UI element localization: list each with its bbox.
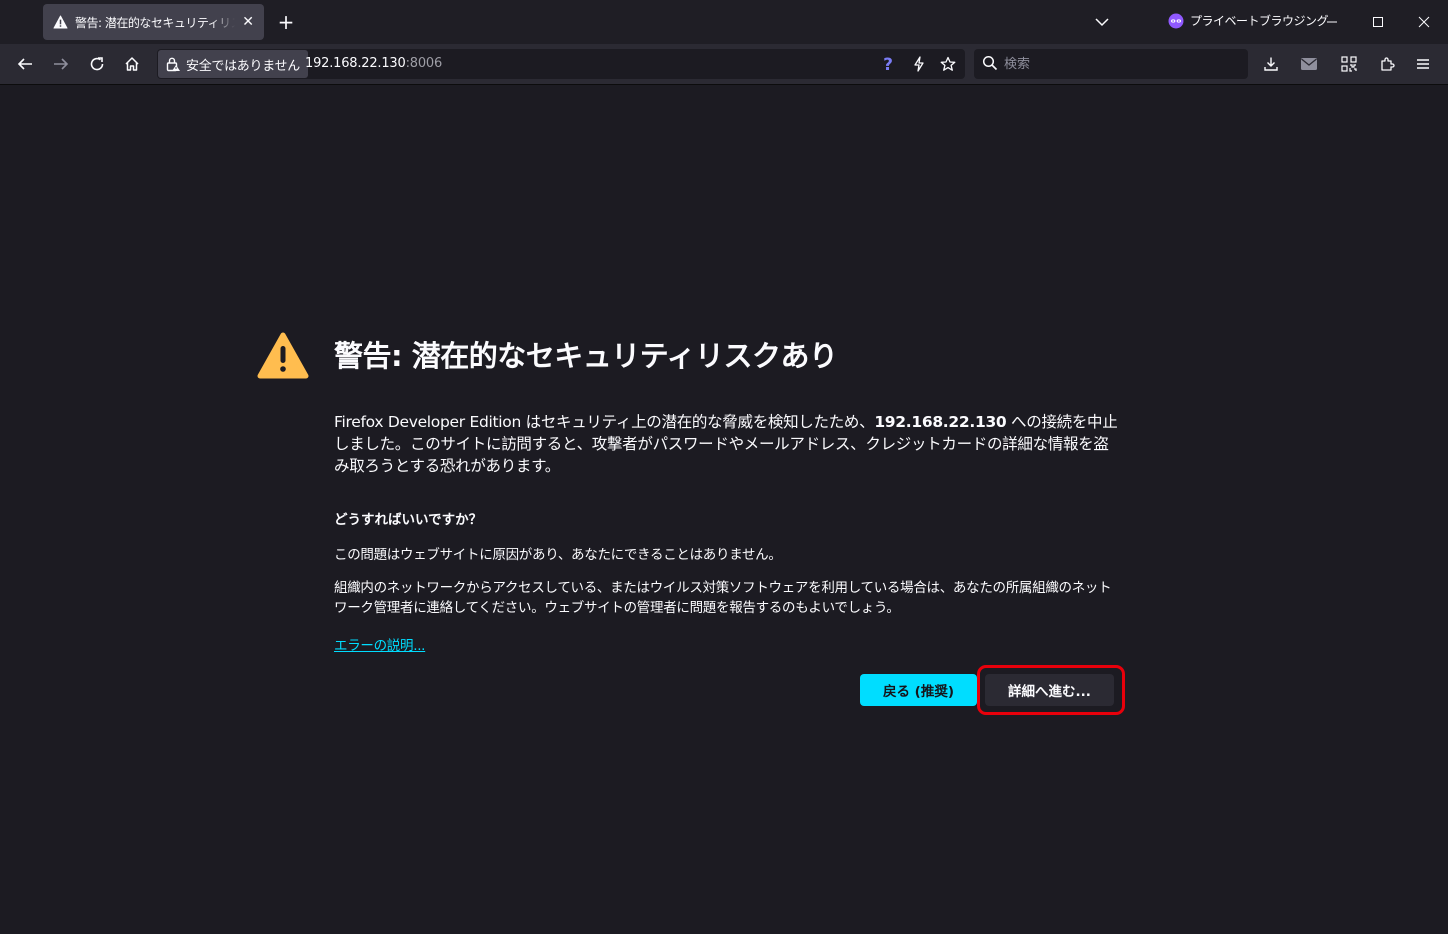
new-tab-button[interactable]: + [274, 10, 298, 34]
url-host: 192.168.22.130 [305, 56, 406, 71]
intro-paragraph: Firefox Developer Edition はセキュリティ上の潜在的な脅… [334, 411, 1119, 477]
email-button[interactable] [1295, 50, 1323, 78]
url-bar[interactable]: 安全ではありません 192.168.22.130:8006 ? [157, 49, 965, 79]
private-browsing-indicator: プライベートブラウジング [1168, 12, 1329, 29]
maximize-icon [1373, 17, 1383, 27]
minimize-icon [1327, 21, 1337, 23]
bookmark-star-button[interactable] [937, 53, 959, 75]
chevron-down-icon [1095, 18, 1109, 27]
home-button[interactable] [118, 50, 146, 78]
url-text[interactable]: 192.168.22.130:8006 [305, 56, 442, 71]
what-to-do-text-1: この問題はウェブサイトに原因があり、あなたにできることはありません。 [334, 547, 782, 563]
qr-code-button[interactable] [1335, 50, 1363, 78]
close-icon [1418, 16, 1430, 28]
url-port: :8006 [405, 56, 443, 71]
warning-icon [53, 15, 68, 29]
learn-more-link[interactable]: エラーの説明... [334, 634, 425, 654]
puzzle-piece-icon [1381, 57, 1395, 71]
arrow-right-icon [54, 58, 69, 70]
qr-code-icon [1341, 56, 1357, 72]
lightning-icon [914, 56, 924, 72]
intro-host: 192.168.22.130 [874, 413, 1007, 431]
close-window-button[interactable] [1410, 8, 1438, 36]
what-to-do-text-2: 組織内のネットワークからアクセスしている、またはウイルス対策ソフトウェアを利用し… [334, 580, 1112, 616]
warning-triangle-icon [257, 332, 309, 379]
lightning-button[interactable] [908, 53, 930, 75]
site-identity-label: 安全ではありません [186, 58, 300, 74]
extensions-button[interactable] [1373, 50, 1401, 78]
forward-button[interactable] [47, 50, 75, 78]
back-button[interactable] [11, 50, 39, 78]
nav-bar: 安全ではありません 192.168.22.130:8006 ? [0, 44, 1448, 85]
highlight-annotation [977, 665, 1125, 715]
star-icon [940, 56, 956, 71]
title-bar: 警告: 潜在的なセキュリティリスクあり ✕ + プライベートブラウジング [0, 0, 1448, 44]
tab-close-icon[interactable]: ✕ [242, 14, 254, 30]
svg-text:?: ? [883, 55, 893, 73]
arrow-left-icon [17, 58, 32, 70]
list-all-tabs-button[interactable] [1090, 12, 1114, 32]
tab-active[interactable]: 警告: 潜在的なセキュリティリスクあり ✕ [43, 4, 264, 40]
private-mask-icon [1168, 13, 1184, 28]
hamburger-menu-icon [1417, 59, 1429, 69]
page-title: 警告: 潜在的なセキュリティリスクあり [334, 339, 838, 373]
search-icon [982, 55, 998, 71]
site-identity-button[interactable]: 安全ではありません [158, 50, 308, 78]
maximize-button[interactable] [1364, 8, 1392, 36]
downloads-button[interactable] [1257, 50, 1285, 78]
intro-text-start: Firefox Developer Edition はセキュリティ上の潜在的な脅… [334, 413, 875, 431]
tab-title: 警告: 潜在的なセキュリティリスクあり [75, 15, 235, 30]
private-browsing-label: プライベートブラウジング [1190, 14, 1329, 28]
question-mark-icon: ? [883, 55, 893, 73]
what-to-do-heading: どうすればいいですか？ [334, 512, 483, 528]
go-back-button[interactable]: 戻る (推奨) [860, 674, 977, 706]
home-icon [125, 57, 139, 71]
page-content [0, 86, 1448, 934]
download-icon [1264, 57, 1278, 71]
app-menu-button[interactable] [1409, 50, 1437, 78]
envelope-icon [1301, 58, 1317, 70]
search-bar[interactable] [974, 49, 1248, 79]
reload-icon [90, 57, 104, 71]
insecure-lock-icon [166, 57, 180, 72]
minimize-button[interactable] [1318, 8, 1346, 36]
reload-button[interactable] [83, 50, 111, 78]
help-button[interactable]: ? [877, 53, 899, 75]
search-input[interactable] [1004, 52, 1234, 76]
